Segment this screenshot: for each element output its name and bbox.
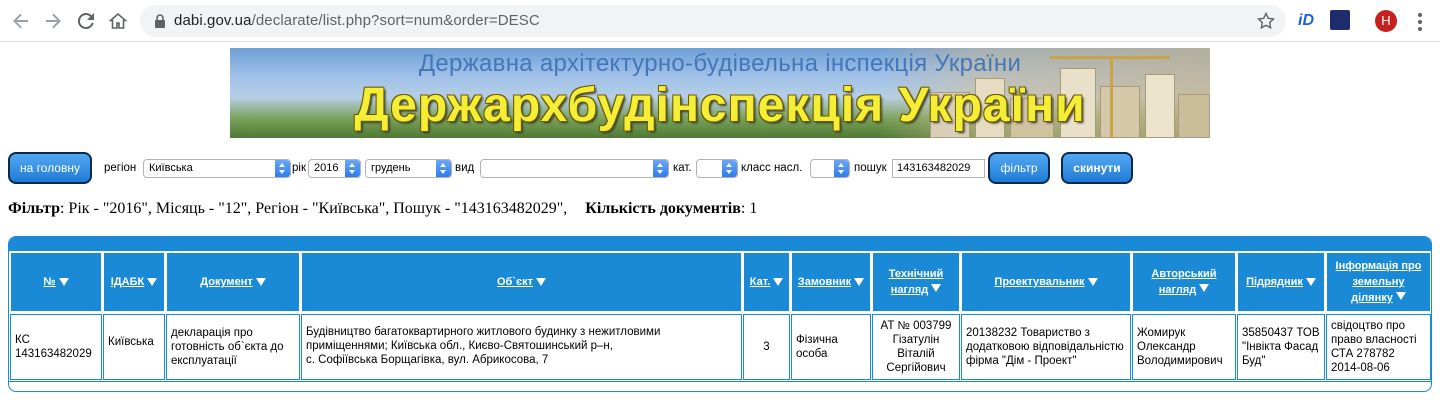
region-select[interactable]: Київська [143, 159, 291, 178]
sort-arrow-icon [1199, 284, 1210, 292]
sort-link-author-supervision[interactable]: Авторський [1151, 266, 1216, 282]
category-label: кат. [673, 162, 692, 174]
sort-arrow-icon [255, 278, 266, 286]
table-row-cell-object: Будівництво багатоквартирного житлового … [301, 314, 742, 380]
table-bottom-border [9, 381, 1431, 391]
table-row-cell-document: декларація про готовність об`єкта до екс… [166, 314, 300, 380]
sort-link-customer[interactable]: Замовник [798, 274, 851, 290]
browser-toolbar: dabi.gov.ua/declarate/list.php?sort=num&… [0, 0, 1440, 42]
table-row-cell-idabk: Київська [103, 314, 165, 380]
column-header-tech-supervision[interactable]: Технічний нагляд [872, 252, 960, 312]
table-row-cell-land-info: свідоцтво про право власності СТА 278782… [1326, 314, 1431, 380]
bookmark-star-icon[interactable] [1256, 11, 1276, 31]
sort-link-document[interactable]: Документ [200, 274, 252, 290]
column-header-contractor[interactable]: Підрядник [1237, 252, 1325, 312]
filter-summary: Фільтр: Рік - "2016", Місяць - "12", Рег… [8, 200, 757, 218]
column-header-author-supervision[interactable]: Авторський нагляд [1132, 252, 1236, 312]
reload-icon[interactable] [75, 10, 97, 32]
document-count-label: Кількість документів [585, 200, 741, 217]
sort-arrow-icon [931, 284, 942, 292]
table-top-bar [9, 237, 1431, 251]
filter-summary-text: : Рік - "2016", Місяць - "12", Регіон - … [59, 200, 568, 217]
year-select[interactable]: 2016 [308, 159, 361, 178]
type-select[interactable] [480, 159, 669, 178]
object-line-2: приміщеннями; Київська обл., Києво-Свято… [306, 340, 613, 352]
select-arrow-icon [275, 160, 290, 177]
url-text: dabi.gov.ua/declarate/list.php?sort=num&… [174, 12, 540, 29]
forward-icon[interactable] [42, 10, 64, 32]
table-row-cell-customer: Фізична особа [791, 314, 871, 380]
column-header-designer[interactable]: Проектувальник [961, 252, 1131, 312]
sort-arrow-icon [147, 278, 158, 286]
browser-menu-icon[interactable] [1410, 10, 1430, 32]
sort-link-idabk[interactable]: ІДАБК [111, 274, 144, 290]
column-header-number[interactable]: № [10, 252, 102, 312]
search-input[interactable]: 143163482029 [892, 159, 985, 178]
sort-arrow-icon [773, 278, 784, 286]
address-bar[interactable]: dabi.gov.ua/declarate/list.php?sort=num&… [140, 5, 1286, 37]
lock-icon [155, 14, 165, 28]
column-header-idabk[interactable]: ІДАБК [103, 252, 165, 312]
profile-avatar[interactable]: Н [1375, 10, 1397, 32]
sort-arrow-icon [1305, 278, 1316, 286]
sort-link-category[interactable]: Кат. [750, 274, 770, 290]
filter-button[interactable]: фільтр [988, 152, 1050, 184]
sort-link-number[interactable]: № [43, 274, 55, 290]
sort-link-land-info-line3[interactable]: ділянку [1351, 292, 1393, 304]
select-arrow-icon [722, 160, 737, 177]
back-icon[interactable] [10, 10, 32, 32]
table-row-cell-author-supervision: Жомирук Олександр Володимирович [1132, 314, 1236, 380]
year-label: рік [292, 162, 306, 174]
sort-link-tech-supervision-line2[interactable]: нагляд [891, 284, 928, 296]
type-label: вид [455, 162, 475, 174]
class-label: класс насл. [741, 162, 803, 174]
document-count-value: : 1 [740, 200, 758, 217]
region-label: регіон [104, 162, 137, 174]
select-arrow-icon [436, 160, 451, 177]
column-header-category[interactable]: Кат. [743, 252, 790, 312]
class-select[interactable] [810, 159, 850, 178]
id-extension-icon[interactable]: iD [1298, 12, 1314, 30]
table-row-cell-contractor: 35850437 ТОВ "Інвікта Фасад Буд" [1237, 314, 1325, 380]
sort-link-land-info[interactable]: Інформація про [1336, 258, 1422, 274]
table-row-cell-number: КС 143163482029 [10, 314, 102, 380]
table-row-cell-designer: 20138232 Товариство з додатковою відпові… [961, 314, 1131, 380]
filter-toolbar: на головну регіон Київська рік 2016 груд… [8, 152, 1432, 186]
sort-arrow-icon [1395, 292, 1406, 300]
reset-button[interactable]: скинути [1061, 152, 1133, 184]
sort-link-tech-supervision[interactable]: Технічний [889, 266, 944, 282]
column-header-object[interactable]: Об`єкт [301, 252, 742, 312]
table-row-cell-tech-supervision: АТ № 003799 Гізатулін Віталій Сергійович [872, 314, 960, 380]
filter-summary-label: Фільтр [8, 200, 60, 217]
extension-icon[interactable] [1330, 10, 1350, 30]
banner-title: Держархбудінспекція України [354, 79, 1086, 132]
month-select[interactable]: грудень [365, 159, 452, 178]
select-arrow-icon [653, 160, 668, 177]
column-header-land-info[interactable]: Інформація про земельну ділянку [1326, 252, 1431, 312]
sort-link-contractor[interactable]: Підрядник [1246, 274, 1303, 290]
sort-arrow-icon [854, 278, 865, 286]
column-header-customer[interactable]: Замовник [791, 252, 871, 312]
select-arrow-icon [834, 160, 849, 177]
sort-link-land-info-line2[interactable]: земельну [1352, 274, 1404, 290]
banner-subtitle: Державна архітектурно-будівельна інспекц… [418, 50, 1022, 77]
object-line-3: с. Софіївська Борщагівка, вул. Абрикосов… [306, 354, 549, 366]
sort-arrow-icon [535, 278, 546, 286]
sort-arrow-icon [58, 278, 69, 286]
home-icon[interactable] [107, 10, 129, 32]
select-arrow-icon [345, 160, 360, 177]
results-table: № ІДАБК Документ Об`єкт Кат. Замовник Те… [8, 236, 1432, 392]
category-select[interactable] [696, 159, 738, 178]
home-button[interactable]: на головну [8, 152, 92, 184]
sort-link-object[interactable]: Об`єкт [497, 274, 533, 290]
column-header-document[interactable]: Документ [166, 252, 300, 312]
search-label: пошук [854, 162, 887, 174]
sort-arrow-icon [1087, 278, 1098, 286]
object-line-1: Будівництво багатоквартирного житлового … [306, 326, 661, 338]
sort-link-author-supervision-line2[interactable]: нагляд [1159, 284, 1196, 296]
site-banner: Державна архітектурно-будівельна інспекц… [230, 48, 1210, 138]
table-row-cell-category: 3 [743, 314, 790, 380]
sort-link-designer[interactable]: Проектувальник [994, 274, 1084, 290]
